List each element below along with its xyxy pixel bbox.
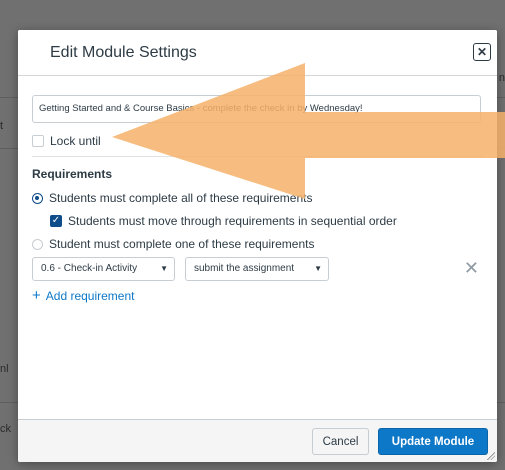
lock-until-label: Lock until <box>50 134 101 148</box>
dialog-header: Edit Module Settings ✕ <box>18 30 497 76</box>
requirement-item-select[interactable]: 0.6 - Check-in Activity ▼ <box>32 257 175 281</box>
edit-module-dialog: Edit Module Settings ✕ Getting Started a… <box>18 30 497 462</box>
resize-grip-icon[interactable] <box>487 452 495 460</box>
lock-until-checkbox[interactable] <box>32 135 44 147</box>
requirements-heading: Requirements <box>32 167 113 181</box>
lock-until-option[interactable]: Lock until <box>32 133 101 149</box>
section-divider <box>32 156 483 157</box>
sequential-order-option[interactable]: ✓ Students must move through requirement… <box>50 213 397 229</box>
background-text: nl <box>0 363 9 375</box>
dialog-footer: Cancel Update Module <box>18 419 497 462</box>
close-icon[interactable]: ✕ <box>473 43 491 61</box>
add-requirement-label: Add requirement <box>45 289 135 303</box>
complete-one-label: Student must complete one of these requi… <box>49 237 315 251</box>
module-name-input[interactable]: Getting Started and & Course Basics - co… <box>32 95 481 123</box>
complete-one-radio[interactable] <box>32 238 43 250</box>
requirement-action-value: submit the assignment <box>194 263 295 274</box>
chevron-down-icon: ▼ <box>160 264 168 273</box>
checkmark-icon[interactable]: ✓ <box>50 215 62 227</box>
plus-icon: + <box>32 287 41 304</box>
cancel-button[interactable]: Cancel <box>312 428 369 455</box>
add-requirement-link[interactable]: + Add requirement <box>32 287 135 304</box>
complete-all-radio[interactable] <box>32 192 43 204</box>
update-module-button[interactable]: Update Module <box>378 428 488 455</box>
dialog-title: Edit Module Settings <box>50 44 197 61</box>
chevron-down-icon: ▼ <box>314 264 322 273</box>
requirement-item-value: 0.6 - Check-in Activity <box>41 263 138 274</box>
requirement-action-select[interactable]: submit the assignment ▼ <box>185 257 329 281</box>
background-text: n <box>498 72 505 84</box>
background-text: t <box>0 120 4 132</box>
sequential-order-label: Students must move through requirements … <box>68 214 397 228</box>
complete-one-option[interactable]: Student must complete one of these requi… <box>32 236 314 252</box>
background-text: ck <box>0 423 11 435</box>
remove-requirement-icon[interactable]: ✕ <box>464 259 479 277</box>
complete-all-option[interactable]: Students must complete all of these requ… <box>32 190 312 206</box>
complete-all-label: Students must complete all of these requ… <box>49 191 313 205</box>
